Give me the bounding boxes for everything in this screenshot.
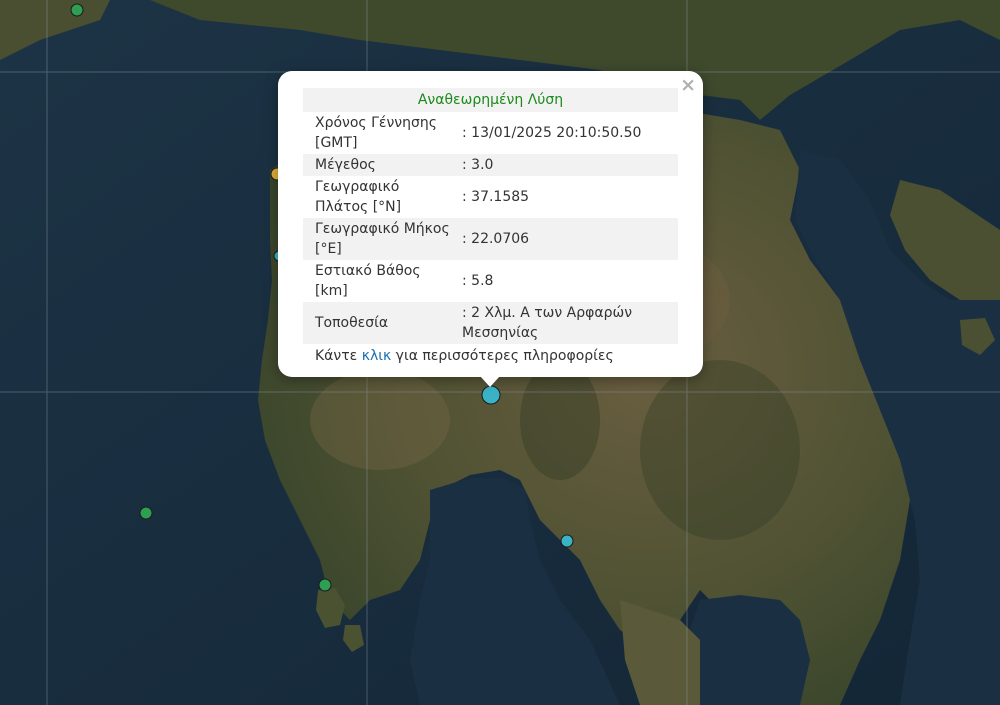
earthquake-marker[interactable] xyxy=(139,506,153,520)
event-info-table: Αναθεωρημένη Λύση Χρόνος Γέννησης [GMT] … xyxy=(303,88,678,344)
more-prefix: Κάντε xyxy=(315,348,362,364)
row-value: : 13/01/2025 20:10:50.50 xyxy=(462,125,642,141)
earthquake-marker[interactable] xyxy=(560,534,574,548)
table-row: Χρόνος Γέννησης [GMT] : 13/01/2025 20:10… xyxy=(303,112,678,154)
terrain-patch xyxy=(520,360,600,480)
row-value: : 2 Χλμ. Α των Αρφαρών Μεσσηνίας xyxy=(462,302,678,344)
close-icon[interactable]: × xyxy=(680,75,696,95)
more-suffix: για περισσότερες πληροφορίες xyxy=(391,348,614,364)
row-label: Χρόνος Γέννησης [GMT] xyxy=(315,115,437,151)
row-value: : 3.0 xyxy=(462,154,678,176)
popup-title: Αναθεωρημένη Λύση xyxy=(303,88,678,112)
row-label: Μέγεθος xyxy=(303,154,462,176)
row-value: : 5.8 xyxy=(462,273,494,289)
row-label: Εστιακό Βάθος [km] xyxy=(315,263,421,299)
terrain-patch xyxy=(640,360,800,540)
row-value: : 37.1585 xyxy=(462,189,530,205)
popup-title-row: Αναθεωρημένη Λύση xyxy=(303,88,678,112)
event-popup: × Αναθεωρημένη Λύση Χρόνος Γέννησης [GMT… xyxy=(278,71,703,377)
more-info-text: Κάντε κλικ για περισσότερες πληροφορίες xyxy=(303,348,678,364)
satellite-map[interactable]: × Αναθεωρημένη Λύση Χρόνος Γέννησης [GMT… xyxy=(0,0,1000,705)
table-row: Γεωγραφικό Μήκος [°E] : 22.0706 xyxy=(303,218,678,260)
row-value: : 22.0706 xyxy=(462,218,678,260)
table-row: Μέγεθος : 3.0 xyxy=(303,154,678,176)
earthquake-marker-selected[interactable] xyxy=(481,385,501,405)
earthquake-marker[interactable] xyxy=(70,3,84,17)
earthquake-marker[interactable] xyxy=(318,578,332,592)
more-info-link[interactable]: κλικ xyxy=(362,348,392,364)
table-row: Τοποθεσία : 2 Χλμ. Α των Αρφαρών Μεσσηνί… xyxy=(303,302,678,344)
terrain-patch xyxy=(310,370,450,470)
table-row: Γεωγραφικό Πλάτος [°N] : 37.1585 xyxy=(303,176,678,218)
row-label: Τοποθεσία xyxy=(303,302,462,344)
popup-tip xyxy=(480,376,500,387)
table-row: Εστιακό Βάθος [km] : 5.8 xyxy=(303,260,678,302)
row-label: Γεωγραφικό Μήκος [°E] xyxy=(303,218,462,260)
row-label: Γεωγραφικό Πλάτος [°N] xyxy=(315,179,402,215)
